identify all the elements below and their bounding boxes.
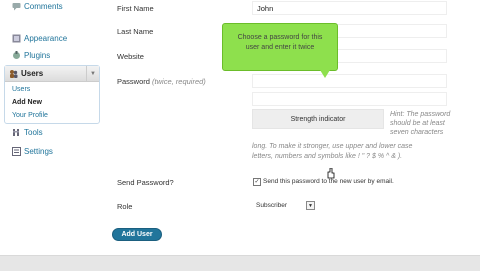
callout-line-2: user and enter it twice: [245, 44, 315, 51]
sidebar-item-label: Comments: [24, 2, 63, 11]
password-hint-5: letters, numbers and symbols like ! " ? …: [252, 153, 403, 160]
submenu-your-profile[interactable]: Your Profile: [12, 112, 48, 119]
sidebar-item-label: Tools: [24, 128, 43, 137]
role-select-value: Subscriber: [256, 202, 288, 209]
send-password-checkbox-label: Send this password to the new user by em…: [263, 178, 394, 185]
password-field-1[interactable]: [252, 74, 447, 88]
add-user-button[interactable]: Add User: [112, 228, 162, 241]
settings-icon: [12, 147, 21, 156]
password-hint-4: long. To make it stronger, use upper and…: [252, 143, 413, 150]
send-password-label: Send Password?: [117, 178, 174, 187]
password-hint-1: Hint: The password: [390, 111, 451, 118]
users-icon: [9, 69, 18, 78]
role-select[interactable]: Subscriber ▼: [256, 200, 318, 211]
sidebar-item-label: Plugins: [24, 51, 51, 60]
last-name-label: Last Name: [117, 27, 154, 36]
sidebar-item-label: Appearance: [24, 34, 68, 43]
first-name-field[interactable]: John: [252, 1, 447, 15]
tools-icon: [12, 128, 21, 137]
sidebar-item-label: Settings: [24, 147, 53, 156]
admin-sidebar: Comments Appearance Plugins Users ▼ User…: [0, 0, 100, 255]
chevron-down-icon[interactable]: ▼: [306, 201, 315, 210]
strength-indicator: Strength indicator: [252, 109, 384, 129]
password-label: Password (twice, required): [117, 77, 206, 86]
mouse-cursor-icon: [327, 166, 335, 179]
password-callout: Choose a password for this user and ente…: [222, 23, 338, 71]
send-password-checkbox[interactable]: ✓: [253, 178, 261, 186]
appearance-icon: [12, 34, 21, 43]
plugins-icon: [12, 51, 21, 60]
password-field-2[interactable]: [252, 92, 447, 106]
website-label: Website: [117, 52, 144, 61]
users-menu-header[interactable]: Users ▼: [5, 66, 99, 82]
sidebar-item-appearance[interactable]: Appearance: [12, 34, 67, 43]
sidebar-item-comments[interactable]: Comments: [12, 2, 63, 11]
password-hint-2: should be at least: [390, 120, 445, 127]
first-name-label: First Name: [117, 4, 154, 13]
password-label-text: Password: [117, 77, 150, 86]
comments-icon: [12, 2, 21, 11]
sidebar-item-plugins[interactable]: Plugins: [12, 51, 50, 60]
callout-tail: [320, 70, 330, 78]
callout-line-1: Choose a password for this: [237, 34, 323, 41]
submenu-add-new[interactable]: Add New: [12, 99, 42, 106]
password-label-hint: (twice, required): [152, 77, 206, 86]
submenu-users[interactable]: Users: [12, 86, 30, 93]
footer-bar: [0, 255, 480, 271]
sidebar-item-tools[interactable]: Tools: [12, 128, 43, 137]
role-label: Role: [117, 202, 133, 211]
sidebar-item-settings[interactable]: Settings: [12, 147, 53, 156]
password-hint-3: seven characters: [390, 129, 444, 136]
users-menu-label: Users: [21, 69, 44, 78]
chevron-down-icon[interactable]: ▼: [86, 66, 99, 81]
